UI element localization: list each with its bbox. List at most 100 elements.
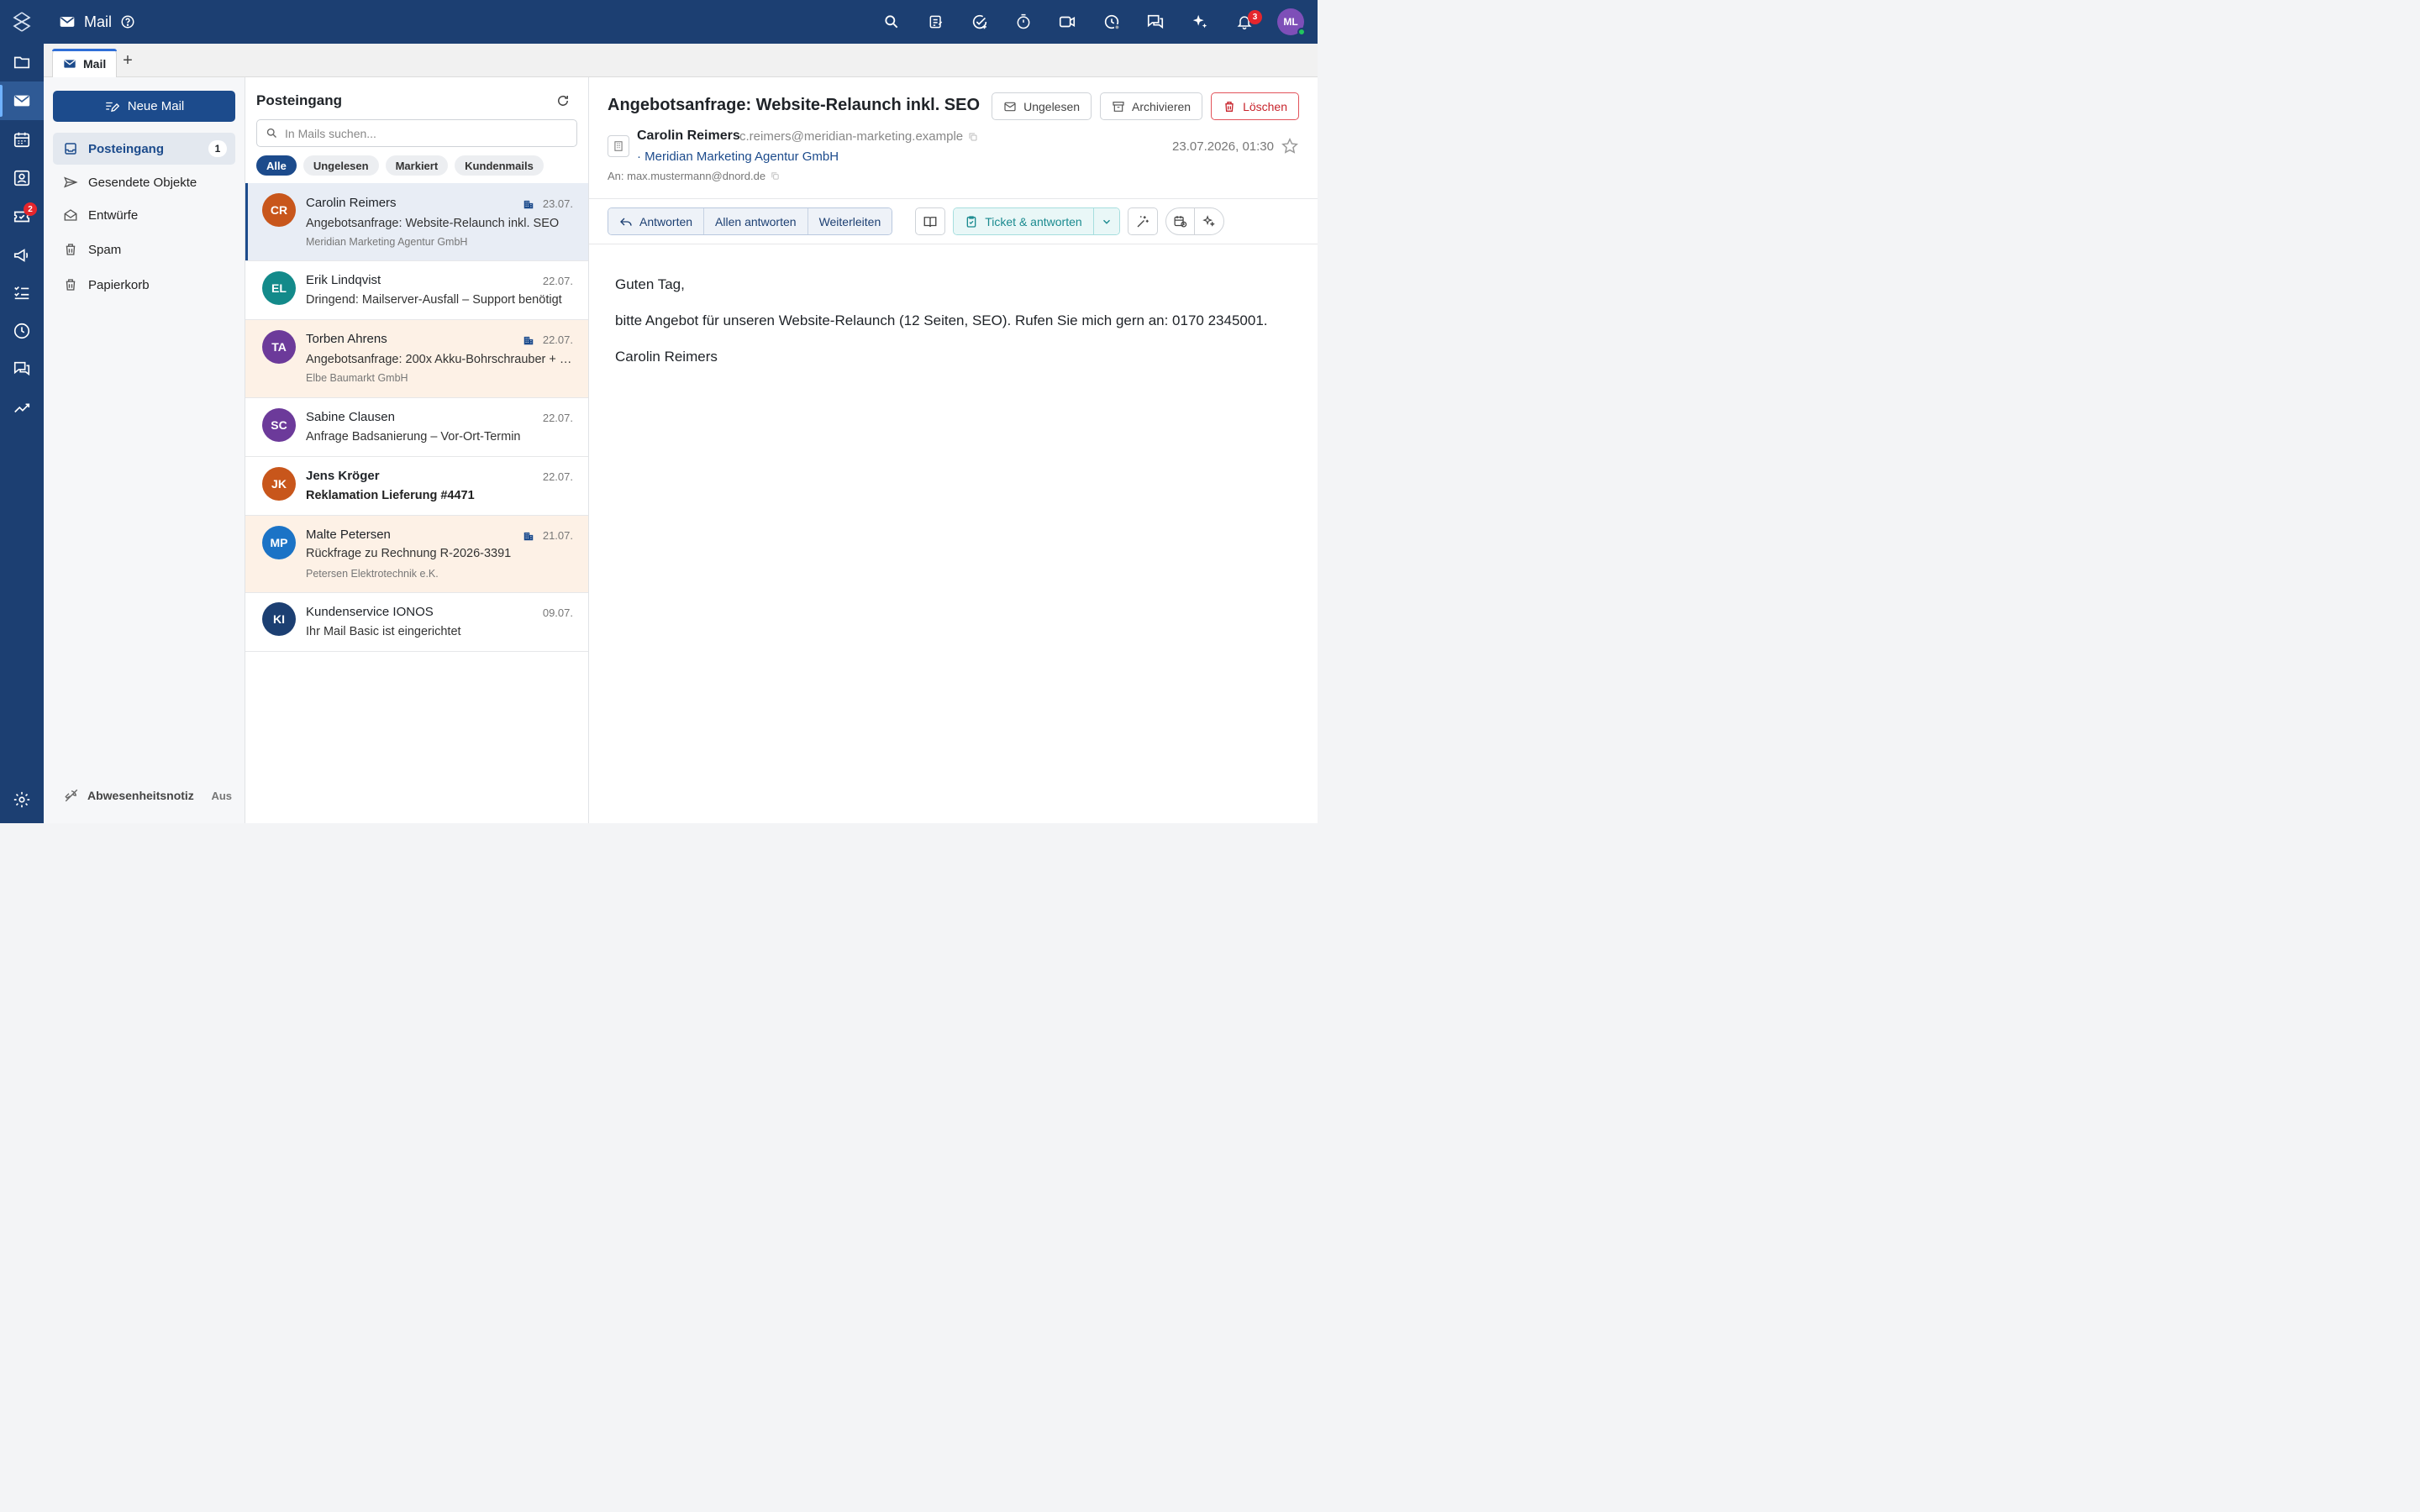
filter-flagged[interactable]: Markiert — [385, 155, 449, 176]
rail-time-icon[interactable] — [0, 312, 44, 350]
mail-body-greeting: Guten Tag, — [615, 276, 685, 292]
calendar-schedule-icon[interactable] — [1166, 208, 1195, 234]
mail-icon — [64, 59, 76, 68]
app-logo-icon[interactable] — [0, 0, 44, 44]
mail-list-item[interactable]: EL Erik Lindqvist 22.07. Dringend: Mails… — [245, 261, 588, 320]
rail-tasks-icon[interactable] — [0, 273, 44, 312]
mail-date: 21.07. — [542, 529, 573, 542]
copy-icon[interactable] — [771, 171, 780, 181]
mail-list-item[interactable]: KI Kundenservice IONOS 09.07. Ihr Mail B… — [245, 593, 588, 652]
reader-view-book-icon[interactable] — [915, 207, 946, 235]
mail-search-input[interactable] — [285, 126, 562, 140]
sender-email-wrap: c.reimers@meridian-marketing.example — [739, 129, 978, 144]
mail-date-text: 22.07. — [542, 412, 573, 424]
app-title-text: Mail — [84, 13, 113, 30]
clipboard-check-icon — [966, 215, 976, 228]
copy-icon[interactable] — [968, 132, 978, 142]
magic-wand-icon[interactable] — [1127, 207, 1158, 235]
folder-spam[interactable]: Spam — [53, 234, 235, 265]
messages-icon[interactable] — [1140, 7, 1171, 37]
envelope-icon — [1004, 102, 1016, 111]
notes-icon[interactable] — [921, 7, 951, 37]
sender-avatar: CR — [262, 193, 296, 227]
sender-organization-link[interactable]: · Meridian Marketing Agentur GmbH — [637, 150, 839, 164]
list-title: Posteingang — [256, 92, 343, 108]
filter-unread[interactable]: Ungelesen — [302, 155, 379, 176]
timer-icon[interactable] — [1008, 7, 1039, 37]
history-icon[interactable] — [1097, 7, 1127, 37]
reply-label: Antworten — [639, 214, 693, 228]
rail-settings-icon[interactable] — [0, 780, 44, 819]
mail-list-item[interactable]: SC Sabine Clausen 22.07. Anfrage Badsani… — [245, 398, 588, 457]
filter-all[interactable]: Alle — [256, 155, 297, 176]
new-mail-label: Neue Mail — [127, 99, 185, 113]
add-tab-plus-icon[interactable]: + — [118, 50, 138, 71]
reply-button[interactable]: Antworten — [608, 208, 705, 234]
folder-drafts[interactable]: Entwürfe — [53, 199, 235, 231]
mail-list-item[interactable]: CR Carolin Reimers 23.07. Angebotsanfrag… — [245, 183, 588, 261]
drafts-envelope-icon — [64, 209, 77, 221]
filter-customer-mails[interactable]: Kundenmails — [455, 155, 544, 176]
mail-list-item[interactable]: TA Torben Ahrens 22.07. Angebotsanfrage:… — [245, 320, 588, 398]
ai-assist-sparkle-icon[interactable] — [1195, 208, 1223, 234]
mail-sender: Jens Kröger — [306, 469, 380, 483]
folder-trash[interactable]: Papierkorb — [53, 269, 235, 301]
chevron-down-icon[interactable] — [1093, 208, 1119, 234]
mail-sender: Sabine Clausen — [306, 410, 395, 424]
star-icon[interactable] — [1281, 137, 1299, 155]
rail-contacts-icon[interactable] — [0, 159, 44, 197]
folder-label: Entwürfe — [88, 207, 139, 223]
user-avatar[interactable]: ML — [1277, 8, 1306, 36]
reply-all-label: Allen antworten — [715, 214, 797, 228]
absence-note-toggle[interactable]: Abwesenheitsnotiz Aus — [64, 788, 232, 803]
delete-button[interactable]: Löschen — [1211, 92, 1299, 120]
mail-icon — [60, 17, 75, 27]
rail-tickets-icon[interactable]: 2 — [0, 197, 44, 236]
mail-date-text: 22.07. — [542, 275, 573, 287]
ai-sparkle-icon[interactable] — [1185, 7, 1215, 37]
extra-actions-pair — [1165, 207, 1224, 235]
video-icon[interactable] — [1052, 7, 1082, 37]
mail-list-item[interactable]: MP Malte Petersen 21.07. Rückfrage zu Re… — [245, 516, 588, 593]
mail-search-box — [256, 119, 577, 147]
mail-company: Elbe Baumarkt GmbH — [306, 372, 408, 384]
filter-chips: Alle Ungelesen Markiert Kundenmails — [256, 155, 544, 176]
app-title: Mail — [59, 0, 135, 44]
rail-campaigns-icon[interactable] — [0, 236, 44, 275]
mail-sender: Kundenservice IONOS — [306, 605, 434, 619]
rail-chat-icon[interactable] — [0, 349, 44, 388]
archive-button[interactable]: Archivieren — [1100, 92, 1203, 120]
refresh-icon[interactable] — [553, 91, 573, 111]
mail-subject: Anfrage Badsanierung – Vor-Ort-Termin — [306, 430, 521, 444]
compose-icon — [105, 102, 119, 112]
task-add-icon[interactable] — [965, 7, 995, 37]
mail-subject: Angebotsanfrage: Website-Relaunch inkl. … — [306, 217, 560, 230]
folder-sent[interactable]: Gesendete Objekte — [53, 166, 235, 198]
notification-count-badge: 3 — [1248, 10, 1262, 24]
rail-analytics-icon[interactable] — [0, 388, 44, 427]
archive-label: Archivieren — [1132, 99, 1192, 113]
mail-sender: Erik Lindqvist — [306, 273, 381, 287]
new-mail-button[interactable]: Neue Mail — [53, 91, 235, 122]
folder-inbox[interactable]: Posteingang 1 — [53, 133, 235, 165]
forward-label: Weiterleiten — [818, 214, 881, 228]
forward-button[interactable]: Weiterleiten — [808, 208, 892, 234]
company-building-icon — [608, 135, 629, 157]
online-status-dot — [1297, 28, 1306, 36]
sender-avatar: JK — [262, 467, 296, 501]
ticket-and-reply-button[interactable]: Ticket & antworten — [954, 208, 1094, 234]
rail-calendar-icon[interactable] — [0, 120, 44, 159]
tab-mail[interactable]: Mail — [52, 49, 118, 77]
mail-received-date: 23.07.2026, 01:30 — [1172, 139, 1274, 154]
mark-unread-button[interactable]: Ungelesen — [992, 92, 1092, 120]
help-icon[interactable] — [120, 14, 135, 29]
rail-files-icon[interactable] — [0, 43, 44, 81]
avatar-initials: MP — [270, 536, 288, 549]
rail-mail-icon[interactable] — [0, 81, 44, 120]
search-icon[interactable] — [876, 7, 907, 37]
mail-sender: Carolin Reimers — [306, 196, 397, 210]
mail-list-item[interactable]: JK Jens Kröger 22.07. Reklamation Liefer… — [245, 457, 588, 516]
recipient-line: An: max.mustermann@dnord.de — [608, 170, 780, 182]
notifications-bell-icon[interactable]: 3 — [1229, 7, 1262, 37]
reply-all-button[interactable]: Allen antworten — [704, 208, 808, 234]
